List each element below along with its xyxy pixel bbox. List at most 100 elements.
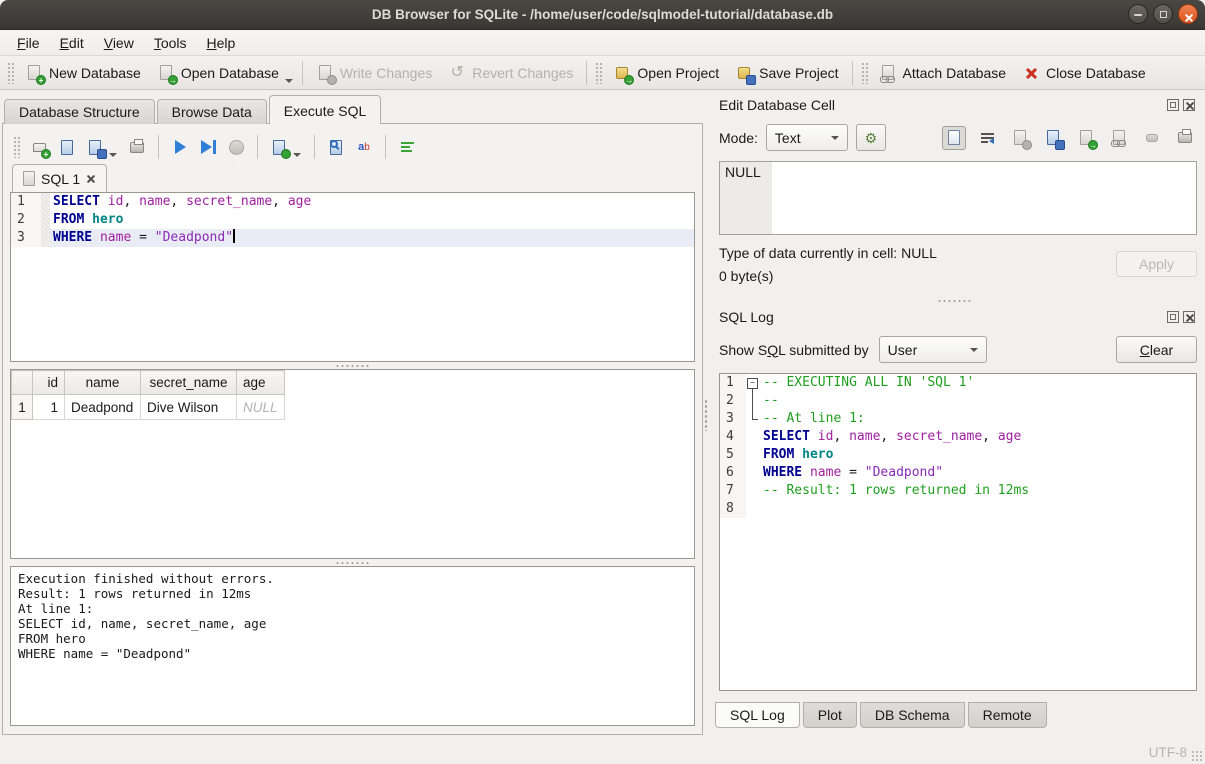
- set-null-icon: [1146, 134, 1158, 142]
- submitted-by-select[interactable]: User: [879, 336, 987, 363]
- window-controls: [1128, 4, 1198, 24]
- auto-apply-button[interactable]: ⚙: [856, 124, 886, 151]
- tab-execute-sql[interactable]: Execute SQL: [269, 95, 382, 124]
- print-sql-button[interactable]: [125, 135, 149, 159]
- text-mode-button[interactable]: [942, 126, 966, 150]
- close-tab-icon[interactable]: [86, 174, 96, 184]
- close-button[interactable]: [1178, 4, 1198, 24]
- column-header-secret_name[interactable]: secret_name: [141, 371, 237, 395]
- link-icon: [1111, 139, 1125, 147]
- mode-select[interactable]: Text: [766, 124, 848, 151]
- open-sql-file-button[interactable]: [55, 135, 79, 159]
- stop-execution-button[interactable]: [224, 135, 248, 159]
- menu-edit[interactable]: Edit: [51, 32, 93, 54]
- save-results-button[interactable]: [267, 135, 291, 159]
- cell[interactable]: Dive Wilson: [141, 395, 237, 420]
- submitted-by-value: User: [888, 342, 918, 358]
- toolbar-drag-handle[interactable]: [7, 62, 14, 84]
- play-to-line-icon: [201, 140, 212, 154]
- minimize-button[interactable]: [1128, 4, 1148, 24]
- column-header-age[interactable]: age: [237, 371, 285, 395]
- write-changes-button[interactable]: Write Changes: [308, 59, 440, 87]
- import-cell-button[interactable]: [1008, 126, 1032, 150]
- cell[interactable]: Deadpond: [65, 395, 141, 420]
- save-project-button[interactable]: Save Project: [727, 59, 846, 87]
- close-panel-icon[interactable]: [1183, 99, 1195, 111]
- open-database-dropdown-icon[interactable]: [285, 79, 293, 83]
- tab-remote[interactable]: Remote: [968, 702, 1047, 728]
- print-cell-button[interactable]: [1173, 126, 1197, 150]
- execution-message[interactable]: Execution finished without errors. Resul…: [10, 566, 695, 726]
- menu-help[interactable]: Help: [198, 32, 245, 54]
- text-document-icon: [948, 130, 960, 145]
- float-panel-icon[interactable]: [1167, 99, 1179, 111]
- open-file-icon: [61, 140, 73, 155]
- column-header-id[interactable]: id: [33, 371, 65, 395]
- main-tab-bar: Database Structure Browse Data Execute S…: [2, 94, 703, 124]
- maximize-button[interactable]: [1153, 4, 1173, 24]
- resize-grip[interactable]: [1191, 750, 1203, 762]
- apply-button[interactable]: Apply: [1116, 251, 1197, 277]
- chevron-down-icon: [831, 136, 839, 140]
- sql-doc-tab[interactable]: SQL 1: [12, 164, 107, 193]
- revert-changes-icon: ↺: [448, 64, 466, 82]
- table-row: 11DeadpondDive WilsonNULL: [12, 395, 285, 420]
- tab-database-structure[interactable]: Database Structure: [4, 99, 155, 124]
- attach-database-button[interactable]: Attach Database: [871, 59, 1015, 87]
- titlebar[interactable]: DB Browser for SQLite - /home/user/code/…: [0, 0, 1205, 30]
- tab-plot[interactable]: Plot: [803, 702, 857, 728]
- close-panel-icon[interactable]: [1183, 311, 1195, 323]
- float-panel-icon[interactable]: [1167, 311, 1179, 323]
- row-number[interactable]: 1: [12, 395, 33, 420]
- sql-editor[interactable]: 1SELECT id, name, secret_name, age2FROM …: [10, 192, 695, 362]
- encoding-indicator[interactable]: UTF-8: [1149, 745, 1187, 760]
- format-sql-button[interactable]: [395, 135, 419, 159]
- autocomplete-button[interactable]: ab: [352, 135, 376, 159]
- minimize-icon: [1134, 14, 1142, 16]
- menu-view[interactable]: View: [95, 32, 143, 54]
- column-header-name[interactable]: name: [65, 371, 141, 395]
- sql-document-icon: [23, 171, 35, 186]
- save-project-label: Save Project: [759, 65, 838, 81]
- new-database-label: New Database: [49, 65, 141, 81]
- toolbar-drag-handle[interactable]: [595, 62, 602, 84]
- open-project-button[interactable]: → Open Project: [605, 59, 727, 87]
- open-database-button[interactable]: → Open Database: [149, 59, 287, 87]
- results-table-container[interactable]: idnamesecret_nameage11DeadpondDive Wilso…: [10, 369, 695, 559]
- word-wrap-button[interactable]: [975, 126, 999, 150]
- open-in-app-button[interactable]: →: [1074, 126, 1098, 150]
- clear-log-button[interactable]: Clear: [1116, 336, 1197, 363]
- execute-all-button[interactable]: [168, 135, 192, 159]
- toolbar-drag-handle[interactable]: [13, 136, 20, 158]
- new-database-button[interactable]: + New Database: [17, 59, 149, 87]
- execute-line-button[interactable]: [196, 135, 220, 159]
- sql-doc-tab-bar: SQL 1: [10, 163, 695, 193]
- open-external-icon: →: [1088, 140, 1098, 150]
- close-database-button[interactable]: Close Database: [1014, 59, 1154, 87]
- revert-changes-button[interactable]: ↺ Revert Changes: [440, 59, 581, 87]
- menu-tools[interactable]: Tools: [145, 32, 196, 54]
- export-cell-button[interactable]: [1041, 126, 1065, 150]
- attach-database-label: Attach Database: [903, 65, 1007, 81]
- cell-info-area: Type of data currently in cell: NULL 0 b…: [719, 245, 1197, 297]
- save-results-dropdown-icon[interactable]: [293, 153, 301, 157]
- sql-log-view[interactable]: 1-- EXECUTING ALL IN 'SQL 1'2--3-- At li…: [719, 373, 1197, 691]
- cell-value-editor[interactable]: NULL: [719, 161, 1197, 235]
- cell[interactable]: NULL: [237, 395, 285, 420]
- save-sql-file-button[interactable]: [83, 135, 107, 159]
- toolbar-drag-handle[interactable]: [861, 62, 868, 84]
- find-button[interactable]: [324, 135, 348, 159]
- tab-browse-data[interactable]: Browse Data: [157, 99, 267, 124]
- splitter-handle[interactable]: [10, 362, 695, 369]
- new-sql-tab-button[interactable]: +: [27, 135, 51, 159]
- tab-db-schema[interactable]: DB Schema: [860, 702, 965, 728]
- splitter-handle[interactable]: [10, 559, 695, 566]
- cell[interactable]: 1: [33, 395, 65, 420]
- menu-file[interactable]: File: [8, 32, 49, 54]
- set-null-button[interactable]: [1140, 126, 1164, 150]
- save-sql-dropdown-icon[interactable]: [109, 153, 117, 157]
- tab-sql-log[interactable]: SQL Log: [715, 702, 800, 728]
- copy-link-button[interactable]: [1107, 126, 1131, 150]
- word-wrap-icon: [981, 132, 994, 144]
- splitter-handle[interactable]: [713, 297, 1197, 304]
